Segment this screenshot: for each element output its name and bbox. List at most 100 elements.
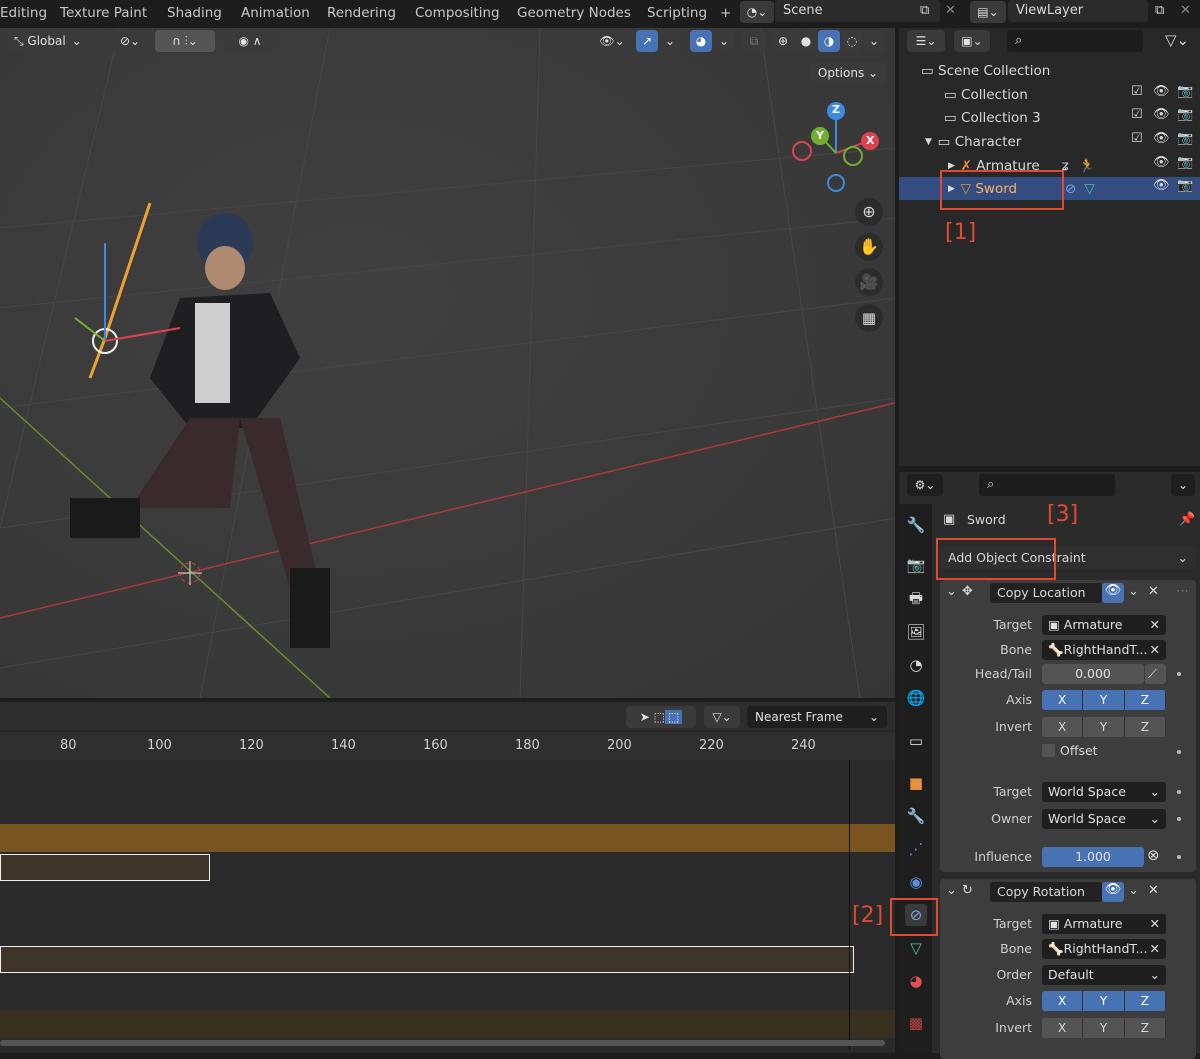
offset-checkbox[interactable]: [1042, 744, 1055, 757]
tool-tab-icon[interactable]: 🔧: [905, 514, 927, 536]
invert-z-toggle[interactable]: Z: [1124, 1018, 1166, 1038]
keyframe-dot[interactable]: [1177, 855, 1181, 859]
world-tab-icon[interactable]: 🌐: [905, 687, 927, 709]
bone-field[interactable]: 🦴RightHandT... ✕: [1042, 939, 1166, 959]
timeline-editor[interactable]: ➤ ⬚ ⬚ ▽⌄ Nearest Frame ⌄ 80 100 120 140 1…: [0, 702, 895, 1053]
render-camera-icon[interactable]: 📷: [1177, 131, 1193, 146]
axis-x-toggle[interactable]: X: [1042, 991, 1084, 1011]
options-dropdown[interactable]: Options ⌄: [810, 62, 886, 84]
render-camera-icon[interactable]: 📷: [1177, 155, 1193, 170]
keyframe-dot[interactable]: [1177, 750, 1181, 754]
solid-shading-icon[interactable]: ●: [795, 30, 817, 52]
object-tab-icon[interactable]: ■: [905, 772, 927, 794]
axis-y-toggle[interactable]: Y: [1083, 991, 1125, 1011]
render-camera-icon[interactable]: 📷: [1177, 178, 1193, 193]
axis-y-toggle[interactable]: Y: [1083, 690, 1125, 710]
invert-toggle-group[interactable]: XYZ: [1042, 717, 1166, 737]
close-scene-icon[interactable]: ✕: [945, 3, 956, 18]
influence-slider[interactable]: 1.000: [1042, 847, 1144, 867]
outliner-filter-icon[interactable]: ▽⌄: [1165, 31, 1189, 49]
collapse-icon[interactable]: ⌄: [946, 883, 957, 898]
invert-y-toggle[interactable]: Y: [1083, 1018, 1125, 1038]
tab-animation[interactable]: Animation: [241, 5, 310, 21]
constraint-name-field[interactable]: Copy Location: [990, 583, 1102, 603]
wireframe-shading-icon[interactable]: ⊕: [772, 30, 794, 52]
render-camera-icon[interactable]: 📷: [1177, 107, 1193, 122]
outliner-search-input[interactable]: ⌕: [1007, 30, 1143, 52]
outliner-row-scene-collection[interactable]: ▭ Scene Collection: [899, 59, 1200, 82]
gizmo-z-label[interactable]: Z: [832, 103, 840, 116]
constraint-name-field[interactable]: Copy Rotation: [990, 882, 1102, 902]
scene-selector-icon[interactable]: ◔⌄: [740, 1, 774, 23]
xray-icon[interactable]: ⧉: [742, 30, 766, 52]
axis-toggle-group[interactable]: XYZ: [1042, 991, 1166, 1011]
modifier-tab-icon[interactable]: 🔧: [905, 805, 927, 827]
filter-view-icon[interactable]: ▣⌄: [954, 30, 990, 52]
pivot-point-icon[interactable]: ⊘⌄: [112, 30, 148, 52]
output-tab-icon[interactable]: 🖶: [905, 587, 927, 609]
copy-scene-icon[interactable]: ⧉: [920, 3, 929, 18]
eye-icon[interactable]: 👁: [1153, 155, 1170, 170]
constraint-menu-icon[interactable]: ⌄: [1128, 883, 1139, 898]
collapse-icon[interactable]: ⌄: [946, 584, 957, 599]
physics-tab-icon[interactable]: ◉: [905, 871, 927, 893]
add-workspace-icon[interactable]: +: [720, 5, 731, 21]
axis-z-toggle[interactable]: Z: [1124, 991, 1166, 1011]
close-view-layer-icon[interactable]: ✕: [1180, 3, 1191, 18]
expand-icon[interactable]: ▶: [948, 161, 961, 171]
enable-eye-icon[interactable]: 👁: [1102, 882, 1124, 902]
render-camera-icon[interactable]: 📷: [1177, 84, 1193, 99]
editor-type-icon[interactable]: ⚙⌄: [907, 474, 943, 496]
axis-toggle-group[interactable]: XYZ: [1042, 690, 1166, 710]
bbone-shape-icon[interactable]: ⟋: [1145, 664, 1166, 684]
proportional-edit-icon[interactable]: ◉ ∧: [222, 30, 278, 52]
collection-tab-icon[interactable]: ▭: [905, 730, 927, 752]
particles-tab-icon[interactable]: ⋰: [905, 838, 927, 860]
shading-dropdown-icon[interactable]: ⌄: [864, 30, 884, 52]
disable-keep-transform-icon[interactable]: ⊗: [1147, 846, 1160, 864]
delete-constraint-icon[interactable]: ✕: [1148, 584, 1159, 599]
eye-icon[interactable]: 👁: [1153, 131, 1170, 146]
exclude-checkbox[interactable]: ☑: [1131, 131, 1143, 146]
scene-field[interactable]: Scene: [775, 0, 940, 22]
keyframe-dot[interactable]: [1177, 817, 1181, 821]
snap-icon[interactable]: ∩ ⫶⌄: [155, 30, 215, 52]
gizmo-x-label[interactable]: X: [866, 134, 874, 147]
overlay-dropdown-icon[interactable]: ⌄: [714, 30, 734, 52]
gizmo-dropdown-icon[interactable]: ⌄: [660, 30, 680, 52]
snap-mode-dropdown[interactable]: Nearest Frame ⌄: [747, 706, 887, 728]
overlay-toggle-icon[interactable]: ◕: [690, 30, 712, 52]
pin-icon[interactable]: 📌: [1179, 512, 1195, 527]
tab-shading[interactable]: Shading: [167, 5, 222, 21]
exclude-checkbox[interactable]: ☑: [1131, 84, 1143, 99]
rendered-shading-icon[interactable]: ◌: [841, 30, 863, 52]
owner-space-dropdown[interactable]: World Space ⌄: [1042, 809, 1166, 829]
transform-orientation-dropdown[interactable]: ⤡ Global ⌄: [8, 30, 104, 52]
filter-icon[interactable]: ▽⌄: [704, 706, 740, 728]
horizontal-scrollbar[interactable]: [0, 1040, 885, 1046]
gizmo-y-label[interactable]: Y: [816, 129, 824, 142]
ortho-grid-icon[interactable]: ▦: [855, 304, 883, 332]
axis-x-toggle[interactable]: X: [1042, 690, 1084, 710]
tab-texture-paint[interactable]: Texture Paint: [60, 5, 147, 21]
invert-x-toggle[interactable]: X: [1042, 1018, 1084, 1038]
enable-eye-icon[interactable]: 👁: [1102, 583, 1124, 603]
gizmo-toggle-icon[interactable]: ↗: [636, 30, 658, 52]
action-strip[interactable]: [0, 946, 854, 973]
head-tail-field[interactable]: 0.000: [1042, 664, 1144, 684]
tab-geometry-nodes[interactable]: Geometry Nodes: [517, 5, 631, 21]
zoom-icon[interactable]: ⊕: [855, 198, 883, 226]
3d-viewport[interactable]: Z X Y ⤡ Global ⌄ ⊘⌄ ∩ ⫶⌄ ◉ ∧ 👁⌄ ↗ ⌄ ◕ ⌄ ⧉…: [0, 28, 895, 698]
eye-icon[interactable]: 👁: [1153, 84, 1170, 99]
render-tab-icon[interactable]: 📷: [905, 554, 927, 576]
data-tab-icon[interactable]: ▽: [905, 937, 927, 959]
select-tools[interactable]: ➤ ⬚ ⬚: [626, 706, 696, 728]
action-strip[interactable]: [0, 854, 210, 881]
exclude-checkbox[interactable]: ☑: [1131, 107, 1143, 122]
invert-toggle-group[interactable]: XYZ: [1042, 1018, 1166, 1038]
target-field[interactable]: ▣ Armature ✕: [1042, 615, 1166, 635]
tab-compositing[interactable]: Compositing: [415, 5, 500, 21]
tab-editing[interactable]: Editing: [0, 5, 47, 21]
texture-tab-icon[interactable]: ▩: [905, 1012, 927, 1034]
copy-view-layer-icon[interactable]: ⧉: [1155, 3, 1164, 18]
